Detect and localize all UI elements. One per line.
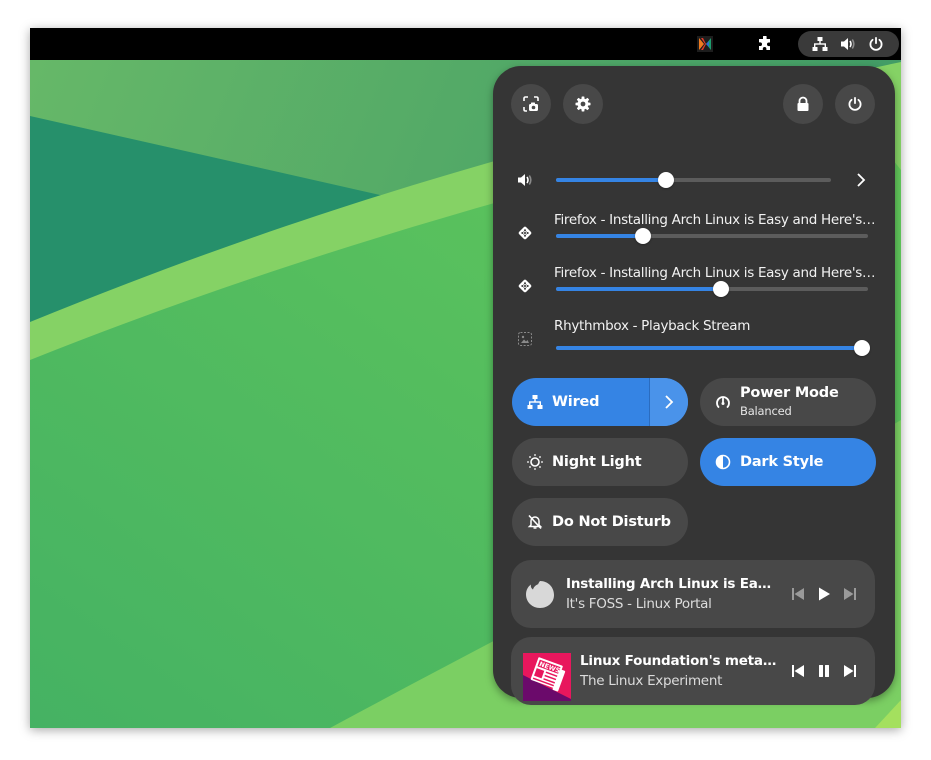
media-title: Linux Foundation's metaverse… [580,653,778,669]
top-bar [30,28,901,60]
power-icon [848,97,862,111]
notifications-disabled-icon [527,514,543,530]
slider-knob[interactable] [635,228,651,244]
previous-icon[interactable] [790,663,806,679]
wired-menu-button[interactable] [649,378,688,426]
wired-toggle-label: Wired [552,394,600,410]
night-light-icon [527,454,543,470]
screenshot-button[interactable] [511,84,551,124]
media-player-card[interactable]: NEWS Linux Foundation's metaverse… The L… [511,637,875,705]
pause-icon[interactable] [816,663,832,679]
settings-button[interactable] [563,84,603,124]
app-volume-slider[interactable] [556,281,868,297]
quick-settings-panel: Firefox - Installing Arch Linux is Easy … [493,66,895,705]
media-artist: It's FOSS - Linux Portal [566,596,712,612]
previous-icon[interactable] [790,586,806,602]
do-not-disturb-toggle[interactable]: Do Not Disturb [512,498,688,546]
play-icon[interactable] [816,586,832,602]
gear-icon [575,96,591,112]
slider-knob[interactable] [854,340,870,356]
puzzle-icon[interactable] [757,36,773,52]
app-volume-label: Firefox - Installing Arch Linux is Easy … [554,265,876,281]
chevron-right-icon[interactable] [853,172,869,188]
slider-fill [556,178,666,182]
xournal-app-icon[interactable] [697,36,713,52]
volume-icon [841,38,855,50]
application-icon [518,279,532,293]
master-volume-slider[interactable] [556,172,831,188]
application-icon [518,226,532,240]
night-light-label: Night Light [552,454,642,470]
next-icon[interactable] [842,663,858,679]
power-icon [869,37,883,51]
system-status-menu[interactable] [798,31,899,57]
app-volume-label: Firefox - Installing Arch Linux is Easy … [554,212,876,228]
dark-style-toggle[interactable]: Dark Style [700,438,876,486]
wired-toggle[interactable]: Wired [512,378,688,426]
slider-knob[interactable] [658,172,674,188]
media-title: Installing Arch Linux is Easy and… [566,576,778,592]
volume-icon [518,174,532,186]
lock-icon [797,96,809,111]
next-icon[interactable] [842,586,858,602]
slider-knob[interactable] [713,281,729,297]
dark-style-label: Dark Style [740,454,824,470]
chevron-right-icon [665,395,674,409]
firefox-icon [526,581,554,608]
app-volume-slider[interactable] [556,340,870,356]
lock-button[interactable] [783,84,823,124]
power-mode-label: Power Mode [740,385,839,401]
power-menu-button[interactable] [835,84,875,124]
image-missing-icon [518,332,532,346]
app-volume-slider[interactable] [556,228,868,244]
screenshot-icon [523,96,539,112]
media-player-card[interactable]: Installing Arch Linux is Easy and… It's … [511,560,875,628]
night-light-toggle[interactable]: Night Light [512,438,688,486]
do-not-disturb-label: Do Not Disturb [552,514,671,530]
slider-fill [556,287,721,291]
power-mode-toggle[interactable]: Power Mode Balanced [700,378,876,426]
network-wired-icon [527,395,543,409]
network-wired-icon [812,37,828,51]
power-profile-icon [716,396,730,408]
media-artist: The Linux Experiment [580,673,723,689]
news-album-art: NEWS [523,653,571,701]
desktop-screen: Firefox - Installing Arch Linux is Easy … [30,28,901,728]
power-mode-subtitle: Balanced [740,404,792,418]
app-volume-label: Rhythmbox - Playback Stream [554,318,751,334]
slider-fill [556,234,643,238]
slider-fill [556,346,862,350]
dark-style-icon [715,454,731,470]
